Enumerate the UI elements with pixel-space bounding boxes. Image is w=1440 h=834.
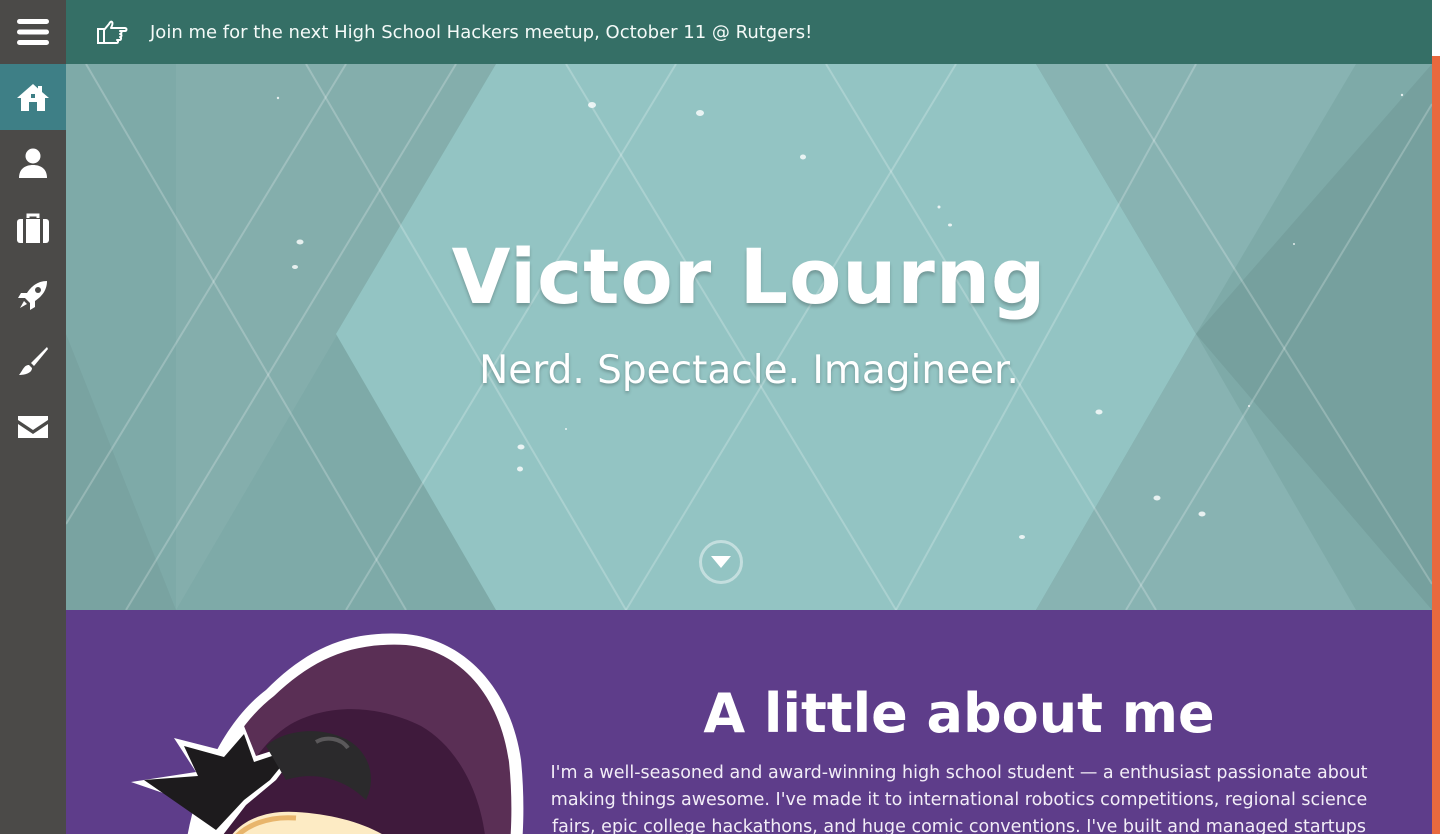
hero-tagline: Nerd. Spectacle. Imagineer. <box>479 348 1019 393</box>
sidebar-item-work[interactable] <box>0 196 66 262</box>
chevron-down-icon <box>711 556 731 568</box>
sidebar-item-about[interactable] <box>0 130 66 196</box>
about-section: A little about me I'm a well-seasoned an… <box>66 610 1432 834</box>
about-body-text: I'm a well-seasoned and award-winning hi… <box>550 763 1368 834</box>
sidebar-item-contact[interactable] <box>0 394 66 460</box>
rocket-icon <box>18 281 47 310</box>
sidebar-item-projects[interactable] <box>0 262 66 328</box>
scroll-down-button[interactable] <box>699 540 743 584</box>
sidebar-item-home[interactable] <box>0 64 66 130</box>
hero-section: Victor Lourng Nerd. Spectacle. Imagineer… <box>66 64 1432 610</box>
hero-name: Victor Lourng <box>451 232 1047 321</box>
paintbrush-icon <box>19 347 48 375</box>
avatar-illustration <box>131 633 524 834</box>
sidebar <box>0 0 66 834</box>
announcement-link[interactable]: Join me for the next High School Hackers… <box>150 22 812 43</box>
sidebar-item-art[interactable] <box>0 328 66 394</box>
briefcase-icon <box>17 213 49 243</box>
menu-button[interactable] <box>0 0 66 64</box>
envelope-icon <box>18 416 48 438</box>
announcement-bar: Join me for the next High School Hackers… <box>66 0 1432 64</box>
user-icon <box>19 148 47 178</box>
hamburger-menu-icon <box>17 19 49 45</box>
pointing-hand-icon <box>96 18 128 46</box>
home-icon <box>17 84 49 111</box>
argyle-background <box>66 64 1432 610</box>
accent-strip <box>1432 56 1440 834</box>
about-heading: A little about me <box>703 682 1215 745</box>
